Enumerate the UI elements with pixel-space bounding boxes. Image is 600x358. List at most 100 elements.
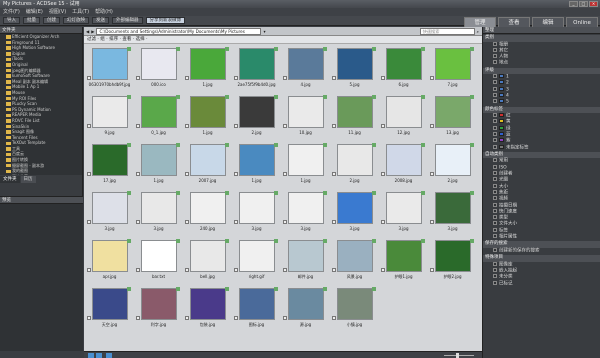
thumbnail-image[interactable] xyxy=(141,48,177,80)
thumbnail[interactable]: 4.jpg xyxy=(282,46,329,91)
thumbnail[interactable]: 源.jpg xyxy=(282,286,329,331)
thumbnail-image[interactable] xyxy=(141,240,177,272)
folder-item[interactable]: 图片收藏 xyxy=(6,174,82,175)
thumbnail[interactable]: 10.jpg xyxy=(282,94,329,139)
thumbnail-image[interactable] xyxy=(386,144,422,176)
select-checkbox[interactable] xyxy=(283,268,287,272)
thumbnail-image[interactable] xyxy=(190,192,226,224)
thumbnail-image[interactable] xyxy=(239,240,275,272)
thumbnail-image[interactable] xyxy=(386,48,422,80)
select-checkbox[interactable] xyxy=(87,316,91,320)
item-checkbox[interactable] xyxy=(493,280,497,285)
select-checkbox[interactable] xyxy=(87,268,91,272)
thumbnail-image[interactable] xyxy=(190,144,226,176)
zoom-slider-handle[interactable] xyxy=(456,353,459,358)
item-checkbox[interactable] xyxy=(493,113,497,118)
thumbnail-image[interactable] xyxy=(190,288,226,320)
select-checkbox[interactable] xyxy=(381,124,385,128)
select-checkbox[interactable] xyxy=(332,124,336,128)
thumbnail-image[interactable] xyxy=(288,48,324,80)
thumbnail-image[interactable] xyxy=(337,288,373,320)
status-icon-3[interactable] xyxy=(106,353,112,358)
item-checkbox[interactable] xyxy=(493,80,497,85)
select-checkbox[interactable] xyxy=(430,76,434,80)
menu-item[interactable]: 帮助(H) xyxy=(95,8,113,16)
item-checkbox[interactable] xyxy=(493,215,497,220)
thumbnail[interactable]: 12.jpg xyxy=(380,94,427,139)
thumbnail-image[interactable] xyxy=(288,288,324,320)
select-checkbox[interactable] xyxy=(332,268,336,272)
status-icon-1[interactable] xyxy=(88,353,94,358)
select-checkbox[interactable] xyxy=(234,76,238,80)
item-checkbox[interactable] xyxy=(493,47,497,52)
toolbar-button[interactable]: 批量 xyxy=(23,17,40,24)
section-item[interactable]: 相片属性 xyxy=(483,234,600,240)
select-checkbox[interactable] xyxy=(430,124,434,128)
thumbnail[interactable]: bar.txt xyxy=(135,238,182,283)
thumbnail[interactable]: 3.jpg xyxy=(233,190,280,235)
thumbnail[interactable]: 小镇.jpg xyxy=(331,286,378,331)
item-checkbox[interactable] xyxy=(493,274,497,279)
thumbnail-image[interactable] xyxy=(239,192,275,224)
select-checkbox[interactable] xyxy=(234,124,238,128)
thumbnail[interactable]: right.gif xyxy=(233,238,280,283)
select-checkbox[interactable] xyxy=(283,172,287,176)
select-checkbox[interactable] xyxy=(136,316,140,320)
thumbnail-image[interactable] xyxy=(435,240,471,272)
select-checkbox[interactable] xyxy=(283,124,287,128)
quick-search-input[interactable]: 快速搜索 xyxy=(419,27,475,35)
thumbnail-image[interactable] xyxy=(288,192,324,224)
thumbnail-image[interactable] xyxy=(337,48,373,80)
thumbnail-image[interactable] xyxy=(337,240,373,272)
thumbnail[interactable]: 2.jpg xyxy=(429,142,476,187)
section-item[interactable]: 已标记 xyxy=(483,280,600,287)
section-item[interactable]: 5 xyxy=(483,99,600,105)
select-checkbox[interactable] xyxy=(136,76,140,80)
thumbnail-image[interactable] xyxy=(141,144,177,176)
select-checkbox[interactable] xyxy=(87,124,91,128)
select-checkbox[interactable] xyxy=(234,316,238,320)
thumbnail-image[interactable] xyxy=(239,144,275,176)
thumbnail-image[interactable] xyxy=(92,48,128,80)
select-checkbox[interactable] xyxy=(185,268,189,272)
item-checkbox[interactable] xyxy=(493,267,497,272)
thumbnail-image[interactable] xyxy=(337,96,373,128)
toolbar-button[interactable]: 发送 xyxy=(92,17,109,24)
filter-bar[interactable]: 过滤 · 组 · 排序 · 查看 · 选择 · xyxy=(84,36,482,44)
select-checkbox[interactable] xyxy=(381,172,385,176)
left-tab[interactable]: 文件夹 xyxy=(0,176,20,183)
thumbnail[interactable]: 3.jpg xyxy=(135,190,182,235)
select-checkbox[interactable] xyxy=(185,124,189,128)
thumbnail[interactable]: 5.jpg xyxy=(331,46,378,91)
thumbnail-image[interactable] xyxy=(92,144,128,176)
thumbnail[interactable]: 17.jpg xyxy=(86,142,133,187)
thumbnail[interactable]: 3.jpg xyxy=(380,190,427,235)
thumbnail[interactable]: 1.jpg xyxy=(135,142,182,187)
thumbnail[interactable]: 7.jpg xyxy=(429,46,476,91)
thumbnail[interactable]: 06301970bhdb9f.jpg xyxy=(86,46,133,91)
toolbar-button[interactable]: 分享到新浪微博 xyxy=(145,17,185,24)
select-checkbox[interactable] xyxy=(136,124,140,128)
item-checkbox[interactable] xyxy=(493,196,497,201)
thumbnail[interactable]: 2007.jpg xyxy=(184,142,231,187)
thumbnail[interactable]: 3.jpg xyxy=(86,190,133,235)
thumbnail[interactable]: apr.jpg xyxy=(86,238,133,283)
select-checkbox[interactable] xyxy=(430,220,434,224)
thumbnail[interactable]: 2.jpg xyxy=(233,94,280,139)
select-checkbox[interactable] xyxy=(87,76,91,80)
thumbnail-image[interactable] xyxy=(141,192,177,224)
thumbnail[interactable]: 天空.jpg xyxy=(86,286,133,331)
toolbar-button[interactable]: 幻灯放映 xyxy=(63,17,89,24)
select-checkbox[interactable] xyxy=(332,316,336,320)
select-checkbox[interactable] xyxy=(430,172,434,176)
item-checkbox[interactable] xyxy=(493,183,497,188)
thumbnail-image[interactable] xyxy=(239,288,275,320)
menu-item[interactable]: 编辑(E) xyxy=(26,8,43,16)
minimize-button[interactable]: _ xyxy=(569,1,578,7)
item-checkbox[interactable] xyxy=(493,234,497,239)
select-checkbox[interactable] xyxy=(283,76,287,80)
thumbnail-image[interactable] xyxy=(92,288,128,320)
thumbnail-image[interactable] xyxy=(190,48,226,80)
item-checkbox[interactable] xyxy=(493,177,497,182)
select-checkbox[interactable] xyxy=(185,172,189,176)
